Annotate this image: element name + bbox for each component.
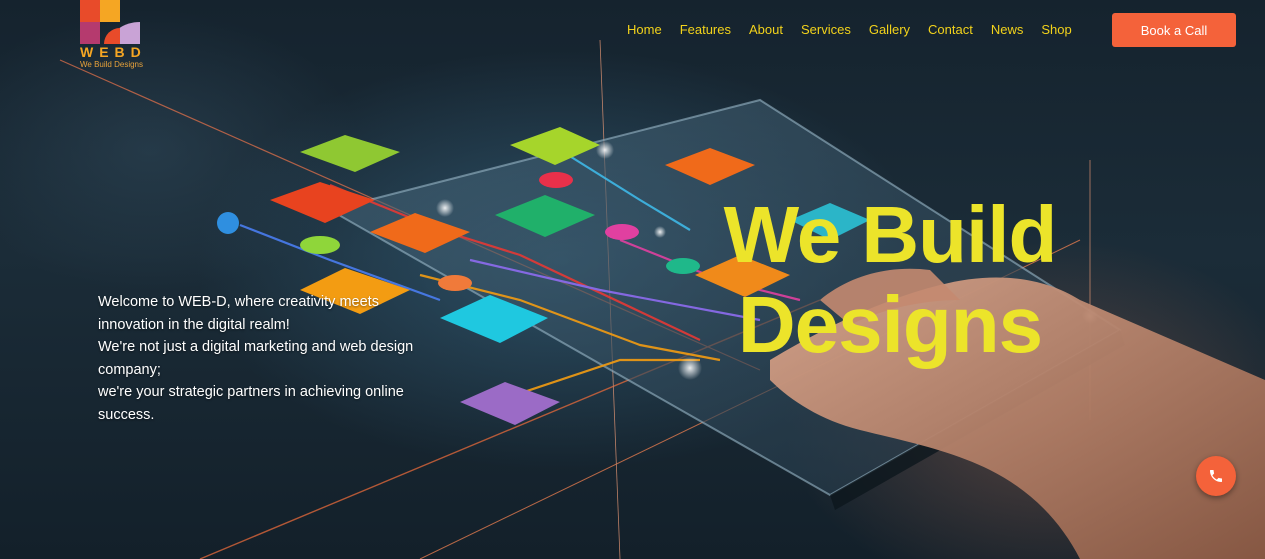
headline-line: Designs — [737, 280, 1043, 369]
intro-line: we're your strategic partners in achievi… — [98, 384, 404, 400]
call-floating-button[interactable] — [1196, 456, 1236, 496]
logo-tagline: We Build Designs — [80, 60, 143, 69]
nav-home[interactable]: Home — [618, 21, 671, 39]
nav-gallery[interactable]: Gallery — [860, 21, 919, 39]
intro-line: innovation in the digital realm! — [98, 316, 290, 333]
main-nav: Home Features About Services Gallery Con… — [618, 21, 1081, 39]
phone-icon — [1210, 470, 1222, 482]
nav-about[interactable]: About — [740, 21, 792, 39]
nav-shop[interactable]: Shop — [1032, 21, 1080, 39]
nav-services[interactable]: Services — [792, 21, 860, 39]
site-logo[interactable]: WEBD We Build Designs — [78, 0, 150, 72]
intro-line: Welcome to WEB-D, where creativity meets — [98, 294, 379, 310]
logo-letters: WEBD — [80, 44, 147, 60]
book-a-call-button[interactable]: Book a Call — [1112, 13, 1236, 47]
intro-line: We're not just a digital marketing and w… — [98, 339, 414, 355]
intro-line: success. — [98, 406, 155, 423]
nav-features[interactable]: Features — [671, 21, 740, 39]
headline-line: We Build — [723, 190, 1058, 279]
nav-news[interactable]: News — [982, 21, 1033, 39]
hero-headline: We Build Designs — [690, 190, 1090, 370]
logo-mark-icon — [80, 0, 140, 44]
hero-intro-text: Welcome to WEB-D, where creativity meets… — [98, 291, 438, 426]
nav-contact[interactable]: Contact — [919, 21, 982, 39]
hero-section: WEBD We Build Designs Home Features Abou… — [0, 0, 1265, 559]
intro-line: company; — [98, 361, 161, 378]
